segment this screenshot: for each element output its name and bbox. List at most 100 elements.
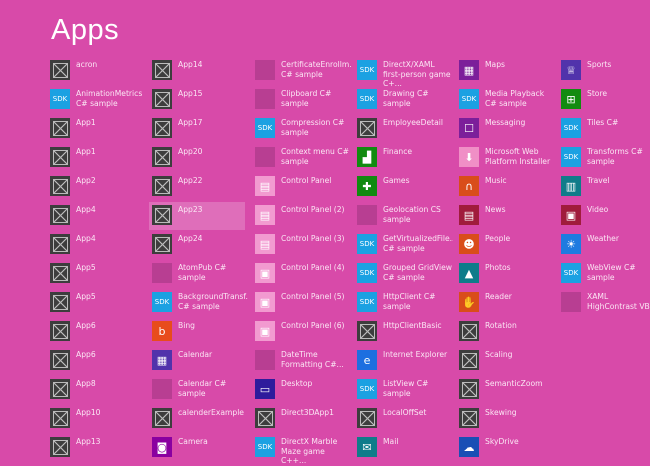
app-tile[interactable]: App13 <box>50 437 146 463</box>
app-label: SemanticZoom <box>485 379 543 388</box>
app-tile[interactable]: ✚ Games <box>357 176 453 202</box>
app-tile[interactable]: SDK WebView C# sample <box>561 263 650 289</box>
app-tile[interactable]: ▦ Maps <box>459 60 555 86</box>
app-tile[interactable]: ▤ Control Panel (3) <box>255 234 351 260</box>
app-tile[interactable]: App24 <box>152 234 248 260</box>
app-tile[interactable]: App6 <box>50 350 146 376</box>
app-tile[interactable]: App1 <box>50 118 146 144</box>
app-tile[interactable]: ▣ Control Panel (4) <box>255 263 351 289</box>
app-tile[interactable]: ▣ Control Panel (5) <box>255 292 351 318</box>
app-tile[interactable]: Rotation <box>459 321 555 347</box>
app-tile[interactable]: SDK Media Playback C# sample <box>459 89 555 115</box>
app-tile[interactable]: XAML HighContrast VB... <box>561 292 650 318</box>
app-tile[interactable]: SemanticZoom <box>459 379 555 405</box>
blank-app-icon <box>152 379 172 399</box>
app-label: Geolocation CS sample <box>383 205 441 224</box>
app-tile[interactable]: Skewing <box>459 408 555 434</box>
app-tile[interactable]: App5 <box>50 263 146 289</box>
app-tile[interactable]: ⬇ Microsoft Web Platform Installer <box>459 147 555 173</box>
app-tile[interactable]: AtomPub C# sample <box>152 263 248 289</box>
app-tile[interactable]: ▟ Finance <box>357 147 453 173</box>
app-tile[interactable]: ☁ SkyDrive <box>459 437 555 463</box>
mail-icon: ✉ <box>357 437 377 457</box>
app-tile[interactable]: ♕ Sports <box>561 60 650 86</box>
app-tile[interactable]: EmployeeDetail <box>357 118 453 144</box>
app-tile[interactable]: SDK ListView C# sample <box>357 379 453 405</box>
app-tile[interactable]: App17 <box>152 118 248 144</box>
app-tile[interactable]: ☀ Weather <box>561 234 650 260</box>
app-label: Control Panel (3) <box>281 234 345 243</box>
app-tile[interactable]: App10 <box>50 408 146 434</box>
app-tile[interactable]: App1 <box>50 147 146 173</box>
app-tile[interactable]: HttpClientBasic <box>357 321 453 347</box>
app-tile[interactable]: ▭ Desktop <box>255 379 351 405</box>
app-tile[interactable]: calenderExample <box>152 408 248 434</box>
app-label: Compression C# sample <box>281 118 345 137</box>
control-panel-icon: ▣ <box>255 292 275 312</box>
app-tile[interactable]: SDK GetVirtualizedFile... C# sample <box>357 234 453 260</box>
app-tile[interactable]: App23 <box>149 202 245 230</box>
app-tile[interactable]: Clipboard C# sample <box>255 89 351 115</box>
generic-app-icon <box>152 176 172 196</box>
app-tile[interactable]: ▥ Travel <box>561 176 650 202</box>
app-tile[interactable]: App20 <box>152 147 248 173</box>
app-label: Store <box>587 89 608 98</box>
app-tile[interactable]: Direct3DApp1 <box>255 408 351 434</box>
app-tile[interactable]: App15 <box>152 89 248 115</box>
app-tile[interactable]: App22 <box>152 176 248 202</box>
generic-app-icon <box>255 408 275 428</box>
app-tile[interactable]: ∩ Music <box>459 176 555 202</box>
app-label: App4 <box>76 234 96 243</box>
app-tile[interactable]: ▤ Control Panel (2) <box>255 205 351 231</box>
app-tile[interactable]: Calendar C# sample <box>152 379 248 405</box>
app-tile[interactable]: Geolocation CS sample <box>357 205 453 231</box>
app-label: App1 <box>76 118 96 127</box>
app-tile[interactable]: App6 <box>50 321 146 347</box>
app-tile[interactable]: ◙ Camera <box>152 437 248 463</box>
skydrive-icon: ☁ <box>459 437 479 457</box>
app-tile[interactable]: b Bing <box>152 321 248 347</box>
app-tile[interactable]: ▤ Control Panel <box>255 176 351 202</box>
app-tile[interactable]: App2 <box>50 176 146 202</box>
app-tile[interactable]: DateTime Formatting C#... <box>255 350 351 376</box>
app-tile[interactable]: SDK BackgroundTransf... C# sample <box>152 292 248 318</box>
app-tile[interactable]: ▣ Video <box>561 205 650 231</box>
app-tile[interactable]: LocalOffSet <box>357 408 453 434</box>
app-tile[interactable]: SDK Drawing C# sample <box>357 89 453 115</box>
app-tile[interactable]: Scaling <box>459 350 555 376</box>
app-tile[interactable]: CertificateEnrollm... C# sample <box>255 60 351 86</box>
app-tile[interactable]: SDK Transforms C# sample <box>561 147 650 173</box>
app-tile[interactable]: ▲ Photos <box>459 263 555 289</box>
app-tile[interactable]: App4 <box>50 234 146 260</box>
app-tile[interactable]: e Internet Explorer <box>357 350 453 376</box>
app-tile[interactable]: SDK DirectX/XAML first-person game C+... <box>357 60 453 88</box>
generic-app-icon <box>152 205 172 225</box>
app-tile[interactable]: SDK HttpClient C# sample <box>357 292 453 318</box>
app-tile[interactable]: SDK Grouped GridView C# sample <box>357 263 453 289</box>
app-tile[interactable]: SDK Compression C# sample <box>255 118 351 144</box>
app-tile[interactable]: App14 <box>152 60 248 86</box>
app-tile[interactable]: ✋ Reader <box>459 292 555 318</box>
app-tile[interactable]: ▣ Control Panel (6) <box>255 321 351 347</box>
app-label: Microsoft Web Platform Installer <box>485 147 551 166</box>
app-tile[interactable]: ☻ People <box>459 234 555 260</box>
app-tile[interactable]: ☐ Messaging <box>459 118 555 144</box>
sdk-icon: SDK <box>357 263 377 283</box>
page-title: Apps <box>51 14 120 46</box>
app-label: News <box>485 205 506 214</box>
app-tile[interactable]: ✉ Mail <box>357 437 453 463</box>
app-tile[interactable]: App5 <box>50 292 146 318</box>
sdk-icon: SDK <box>255 437 275 457</box>
app-tile[interactable]: acron <box>50 60 146 86</box>
app-tile[interactable]: ▦ Calendar <box>152 350 248 376</box>
app-label: Tiles C# <box>587 118 619 127</box>
app-tile[interactable]: ▤ News <box>459 205 555 231</box>
app-tile[interactable]: ⊞ Store <box>561 89 650 115</box>
app-tile[interactable]: App8 <box>50 379 146 405</box>
sdk-icon: SDK <box>561 147 581 167</box>
app-tile[interactable]: Context menu C# sample <box>255 147 351 173</box>
app-tile[interactable]: SDK Tiles C# <box>561 118 650 144</box>
app-tile[interactable]: App4 <box>50 205 146 231</box>
app-tile[interactable]: SDK AnimationMetrics C# sample <box>50 89 146 115</box>
app-tile[interactable]: SDK DirectX Marble Maze game C++... <box>255 437 351 465</box>
